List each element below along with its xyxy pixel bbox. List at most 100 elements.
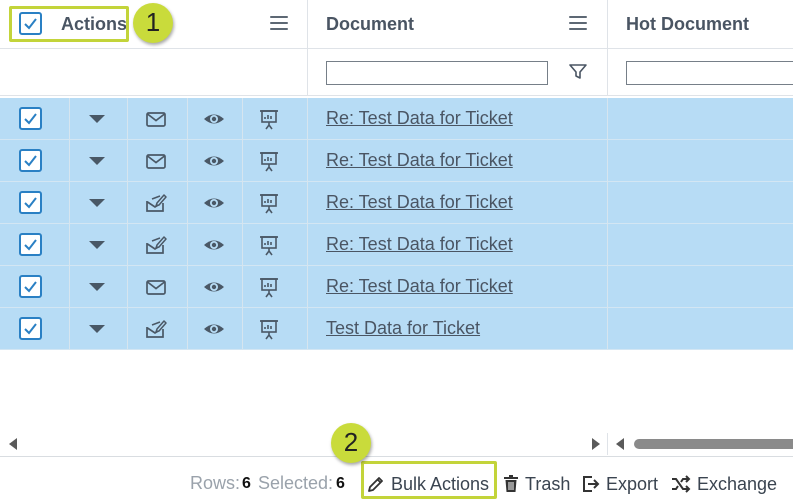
envelope-edit-icon[interactable] xyxy=(145,318,167,340)
cell-divider xyxy=(69,224,70,266)
table-row[interactable]: Re: Test Data for Ticket xyxy=(0,224,793,266)
document-column-header[interactable]: Document xyxy=(326,14,414,35)
cell-divider xyxy=(242,224,243,266)
row-checkbox[interactable] xyxy=(19,275,42,298)
cell-divider xyxy=(607,224,608,266)
row-checkbox[interactable] xyxy=(19,317,42,340)
scroll-left-arrow-icon[interactable] xyxy=(616,438,624,450)
cell-divider xyxy=(127,140,128,182)
eye-icon[interactable] xyxy=(203,318,225,340)
presentation-icon[interactable] xyxy=(258,276,280,298)
document-link[interactable]: Re: Test Data for Ticket xyxy=(326,276,513,297)
cell-divider xyxy=(607,98,608,140)
export-icon xyxy=(583,476,600,492)
expand-caret-icon[interactable] xyxy=(89,325,105,333)
callout-badge-2: 2 xyxy=(331,423,371,463)
scroll-left-arrow-icon[interactable] xyxy=(9,438,17,450)
cell-divider xyxy=(187,182,188,224)
cell-divider xyxy=(69,308,70,350)
eye-icon[interactable] xyxy=(203,192,225,214)
callout-badge-1: 1 xyxy=(133,3,173,43)
callout-highlight-bulk-actions xyxy=(361,461,497,499)
expand-caret-icon[interactable] xyxy=(89,115,105,123)
cell-divider xyxy=(307,182,308,224)
export-button[interactable]: Export xyxy=(582,471,658,497)
cell-divider xyxy=(69,98,70,140)
document-link[interactable]: Test Data for Ticket xyxy=(326,318,480,339)
row-checkbox[interactable] xyxy=(19,149,42,172)
envelope-icon[interactable] xyxy=(145,150,167,172)
cell-divider xyxy=(607,266,608,308)
trash-icon xyxy=(504,475,518,492)
document-column-menu-icon[interactable] xyxy=(569,16,587,30)
cell-divider xyxy=(242,140,243,182)
cell-divider xyxy=(307,308,308,350)
cell-divider xyxy=(307,224,308,266)
presentation-icon[interactable] xyxy=(258,150,280,172)
eye-icon[interactable] xyxy=(203,234,225,256)
expand-caret-icon[interactable] xyxy=(89,241,105,249)
cell-divider xyxy=(307,266,308,308)
cell-divider xyxy=(127,182,128,224)
cell-divider xyxy=(607,182,608,224)
column-divider xyxy=(607,0,608,49)
table-row[interactable]: Re: Test Data for Ticket xyxy=(0,98,793,140)
rows-count-value: 6 xyxy=(242,475,251,492)
selected-count-label: Selected: xyxy=(258,473,334,493)
eye-icon[interactable] xyxy=(203,108,225,130)
actions-column-menu-icon[interactable] xyxy=(270,16,288,30)
column-divider xyxy=(607,49,608,96)
cell-divider xyxy=(127,308,128,350)
scroll-right-arrow-icon[interactable] xyxy=(592,438,600,450)
document-link[interactable]: Re: Test Data for Ticket xyxy=(326,150,513,171)
presentation-icon[interactable] xyxy=(258,318,280,340)
table-row[interactable]: Re: Test Data for Ticket xyxy=(0,266,793,308)
document-filter-input[interactable] xyxy=(326,61,548,85)
hot-document-column-header[interactable]: Hot Document xyxy=(626,14,749,35)
cell-divider xyxy=(242,98,243,140)
expand-caret-icon[interactable] xyxy=(89,199,105,207)
cell-divider xyxy=(307,98,308,140)
cell-divider xyxy=(127,98,128,140)
cell-divider xyxy=(242,308,243,350)
trash-button[interactable]: Trash xyxy=(503,471,570,497)
exchange-button[interactable]: Exchange xyxy=(671,471,777,497)
cell-divider xyxy=(607,140,608,182)
document-link[interactable]: Re: Test Data for Ticket xyxy=(326,108,513,129)
presentation-icon[interactable] xyxy=(258,192,280,214)
cell-divider xyxy=(69,140,70,182)
cell-divider xyxy=(187,308,188,350)
column-divider xyxy=(307,0,308,49)
envelope-icon[interactable] xyxy=(145,108,167,130)
cell-divider xyxy=(187,98,188,140)
table-row[interactable]: Re: Test Data for Ticket xyxy=(0,182,793,224)
presentation-icon[interactable] xyxy=(258,234,280,256)
row-checkbox[interactable] xyxy=(19,233,42,256)
expand-caret-icon[interactable] xyxy=(89,283,105,291)
column-divider xyxy=(307,49,308,96)
export-label: Export xyxy=(606,473,659,494)
envelope-edit-icon[interactable] xyxy=(145,192,167,214)
selected-count-value: 6 xyxy=(336,475,345,492)
cell-divider xyxy=(187,140,188,182)
eye-icon[interactable] xyxy=(203,150,225,172)
document-link[interactable]: Re: Test Data for Ticket xyxy=(326,192,513,213)
cell-divider xyxy=(242,266,243,308)
expand-caret-icon[interactable] xyxy=(89,157,105,165)
envelope-icon[interactable] xyxy=(145,276,167,298)
eye-icon[interactable] xyxy=(203,276,225,298)
presentation-icon[interactable] xyxy=(258,108,280,130)
envelope-edit-icon[interactable] xyxy=(145,234,167,256)
horizontal-scrollbar-right[interactable] xyxy=(608,433,793,455)
row-checkbox[interactable] xyxy=(19,191,42,214)
scrollbar-thumb[interactable] xyxy=(634,439,793,449)
row-checkbox[interactable] xyxy=(19,107,42,130)
hot-document-filter-input[interactable] xyxy=(626,61,793,85)
horizontal-scrollbar-left[interactable] xyxy=(0,433,607,455)
cell-divider xyxy=(187,266,188,308)
table-row[interactable]: Re: Test Data for Ticket xyxy=(0,140,793,182)
table-row[interactable]: Test Data for Ticket xyxy=(0,308,793,350)
filter-icon[interactable] xyxy=(569,64,587,80)
cell-divider xyxy=(127,224,128,266)
document-link[interactable]: Re: Test Data for Ticket xyxy=(326,234,513,255)
